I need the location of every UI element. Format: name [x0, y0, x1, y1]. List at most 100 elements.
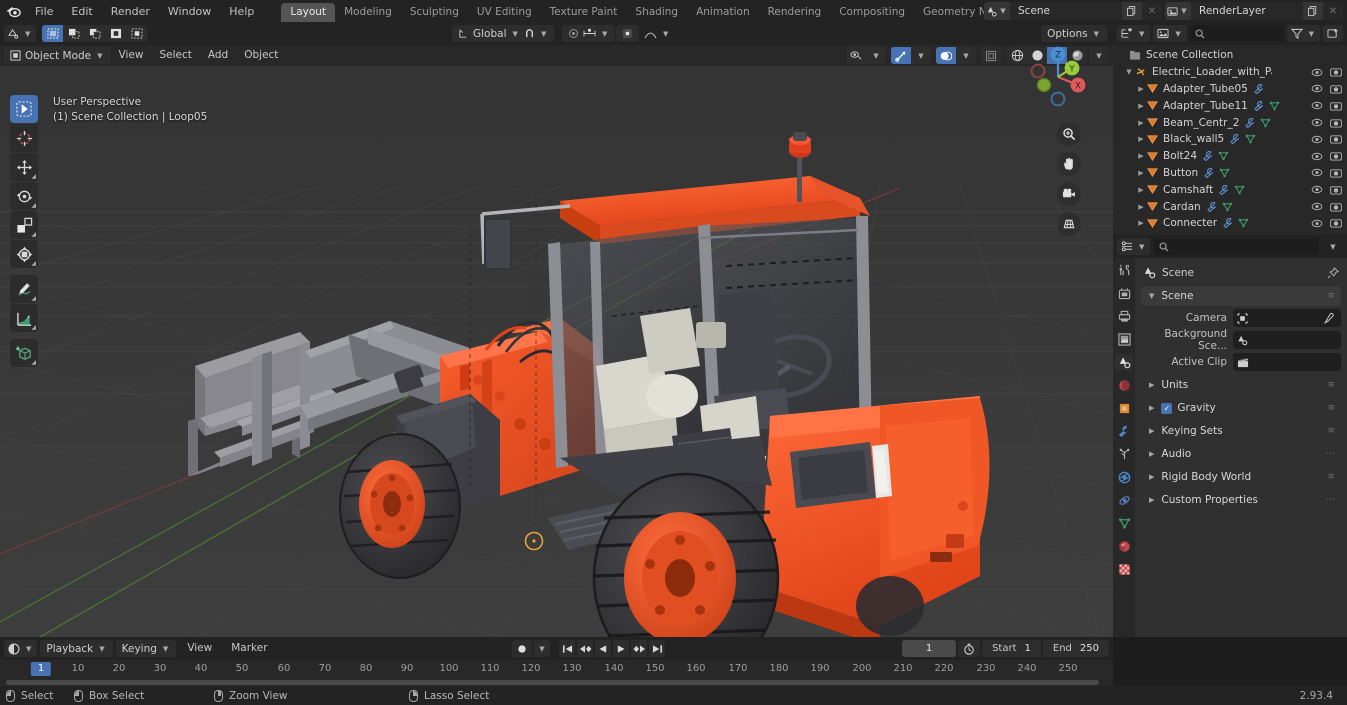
panel-drag-handle[interactable]: ≡: [1327, 380, 1335, 390]
wrench-icon[interactable]: [1223, 218, 1234, 229]
mesh-tri-icon[interactable]: [1222, 202, 1233, 212]
expand-arrow-icon[interactable]: ▶: [1135, 169, 1147, 177]
id-type-icon[interactable]: ▼: [1153, 25, 1187, 42]
xray-toggle[interactable]: [981, 47, 1001, 64]
tab-rendering[interactable]: Rendering: [759, 3, 831, 22]
new-viewlayer-button[interactable]: [1303, 2, 1323, 20]
viewport-menu-view[interactable]: View: [111, 47, 152, 64]
mesh-tri-icon[interactable]: [1238, 218, 1249, 228]
wrench-icon[interactable]: [1254, 100, 1265, 111]
end-frame-field[interactable]: End 250: [1042, 640, 1109, 657]
panel-drag-handle[interactable]: ⋯: [1326, 449, 1335, 459]
panel-drag-handle[interactable]: ⋯: [1326, 495, 1335, 505]
proportional-edit-toggle[interactable]: ▼: [562, 25, 616, 42]
start-frame-field[interactable]: Start 1: [982, 640, 1041, 657]
play-button[interactable]: [613, 640, 629, 657]
annotate-tool-button[interactable]: ◢: [10, 275, 38, 303]
data-tab[interactable]: [1115, 515, 1133, 531]
timeline-menu-keying[interactable]: Keying ▼: [115, 640, 177, 657]
texture-tab[interactable]: [1115, 561, 1133, 577]
eye-icon[interactable]: [1311, 68, 1323, 77]
select-set-icon[interactable]: [42, 25, 64, 42]
measure-tool-button[interactable]: ◢: [10, 304, 38, 332]
scene-name-field[interactable]: Scene: [1010, 2, 1122, 20]
navigation-gizmo[interactable]: Z X Y: [1021, 40, 1095, 114]
tab-layout[interactable]: Layout: [281, 3, 336, 22]
visibility-chevron-icon[interactable]: ▼: [866, 47, 886, 64]
panel-drag-handle[interactable]: ≡: [1327, 291, 1335, 301]
panel-drag-handle[interactable]: ≡: [1327, 426, 1335, 436]
pan-view-button[interactable]: [1057, 152, 1081, 176]
zoom-view-button[interactable]: [1057, 122, 1081, 146]
transform-orientation-selector[interactable]: Global ▼: [452, 25, 526, 42]
new-scene-button[interactable]: [1122, 2, 1142, 20]
overlays-selector[interactable]: ▼: [936, 47, 976, 64]
toggle-perspective-button[interactable]: [1057, 212, 1081, 236]
expand-arrow-icon[interactable]: ▼: [1123, 68, 1135, 76]
snap-toggle[interactable]: ▼: [518, 25, 555, 42]
render-tab[interactable]: [1115, 285, 1133, 301]
panel-rigid-body-world-header[interactable]: ▶ Rigid Body World ≡: [1141, 467, 1341, 487]
camera-render-icon[interactable]: [1330, 101, 1342, 111]
current-frame-field[interactable]: 1: [902, 640, 957, 657]
timeline-editor-icon[interactable]: ▼: [4, 640, 38, 657]
outliner-row-object[interactable]: ▶ Camshaft: [1113, 181, 1347, 198]
viewport-menu-add[interactable]: Add: [200, 47, 236, 64]
jump-to-end-button[interactable]: [649, 640, 665, 657]
eye-icon[interactable]: [1311, 185, 1323, 194]
expand-arrow-icon[interactable]: ▶: [1135, 119, 1147, 127]
camera-render-icon[interactable]: [1330, 67, 1342, 77]
outliner-row-object[interactable]: ▶ Connecter: [1113, 215, 1347, 232]
expand-arrow-icon[interactable]: ▶: [1135, 152, 1147, 160]
timeline-menu-marker[interactable]: Marker: [223, 640, 275, 657]
chevron-down-icon[interactable]: ▼: [1323, 238, 1343, 255]
wrench-icon[interactable]: [1206, 201, 1218, 212]
new-collection-button[interactable]: [1323, 25, 1343, 42]
tweak-select-tool-button[interactable]: [10, 95, 38, 123]
editor-type-icon[interactable]: ▼: [4, 25, 37, 42]
select-subtract-icon[interactable]: [84, 25, 106, 42]
unlink-scene-button[interactable]: ✕: [1142, 2, 1162, 20]
visibility-selector[interactable]: ▼: [846, 47, 886, 64]
panel-drag-handle[interactable]: ≡: [1327, 403, 1335, 413]
gizmo-selector[interactable]: ▼: [891, 47, 931, 64]
gizmo-icon[interactable]: [891, 47, 911, 64]
wrench-icon[interactable]: [1204, 167, 1215, 178]
scene-selector[interactable]: ▼ Scene ✕: [984, 2, 1162, 20]
wrench-icon[interactable]: [1230, 134, 1241, 145]
timeline-menu-playback[interactable]: Playback ▼: [40, 640, 113, 657]
camera-render-icon[interactable]: [1330, 134, 1342, 144]
cursor-tool-button[interactable]: [10, 124, 38, 152]
menu-render[interactable]: Render: [102, 3, 159, 20]
mesh-tri-icon[interactable]: [1269, 101, 1280, 111]
tab-sculpting[interactable]: Sculpting: [401, 3, 468, 22]
output-tab[interactable]: [1115, 308, 1133, 324]
outliner-row-object[interactable]: ▶ Beam_Centr_2: [1113, 114, 1347, 131]
xray-toggle-icon[interactable]: [981, 47, 1001, 64]
viewlayer-selector[interactable]: ▼ RenderLayer ✕: [1165, 2, 1343, 20]
mesh-tri-icon[interactable]: [1219, 168, 1230, 178]
tool-tab[interactable]: [1115, 262, 1133, 278]
physics-tab[interactable]: [1115, 469, 1133, 485]
tab-modeling[interactable]: Modeling: [335, 3, 401, 22]
panel-gravity-header[interactable]: ▶ ✓ Gravity ≡: [1141, 398, 1341, 418]
falloff-curve-icon[interactable]: ▼: [638, 25, 676, 42]
mesh-tri-icon[interactable]: [1218, 151, 1229, 161]
particles-tab[interactable]: [1115, 446, 1133, 462]
viewport-menu-object[interactable]: Object: [236, 47, 286, 64]
transform-tool-button[interactable]: ◢: [10, 240, 38, 268]
previous-keyframe-button[interactable]: [577, 640, 593, 657]
viewport-menu-select[interactable]: Select: [151, 47, 199, 64]
background-scene-field[interactable]: [1233, 331, 1341, 349]
panel-units-header[interactable]: ▶ Units ≡: [1141, 375, 1341, 395]
panel-audio-header[interactable]: ▶ Audio ⋯: [1141, 444, 1341, 464]
mesh-tri-icon[interactable]: [1234, 185, 1245, 195]
camera-render-icon[interactable]: [1330, 151, 1342, 161]
menu-window[interactable]: Window: [159, 3, 220, 20]
eye-icon[interactable]: [1311, 118, 1323, 127]
record-keyframes-button[interactable]: [512, 640, 532, 657]
wrench-icon[interactable]: [1203, 151, 1214, 162]
menu-edit[interactable]: Edit: [62, 3, 101, 20]
eye-icon[interactable]: [1311, 168, 1323, 177]
gravity-checkbox[interactable]: ✓: [1161, 402, 1173, 414]
